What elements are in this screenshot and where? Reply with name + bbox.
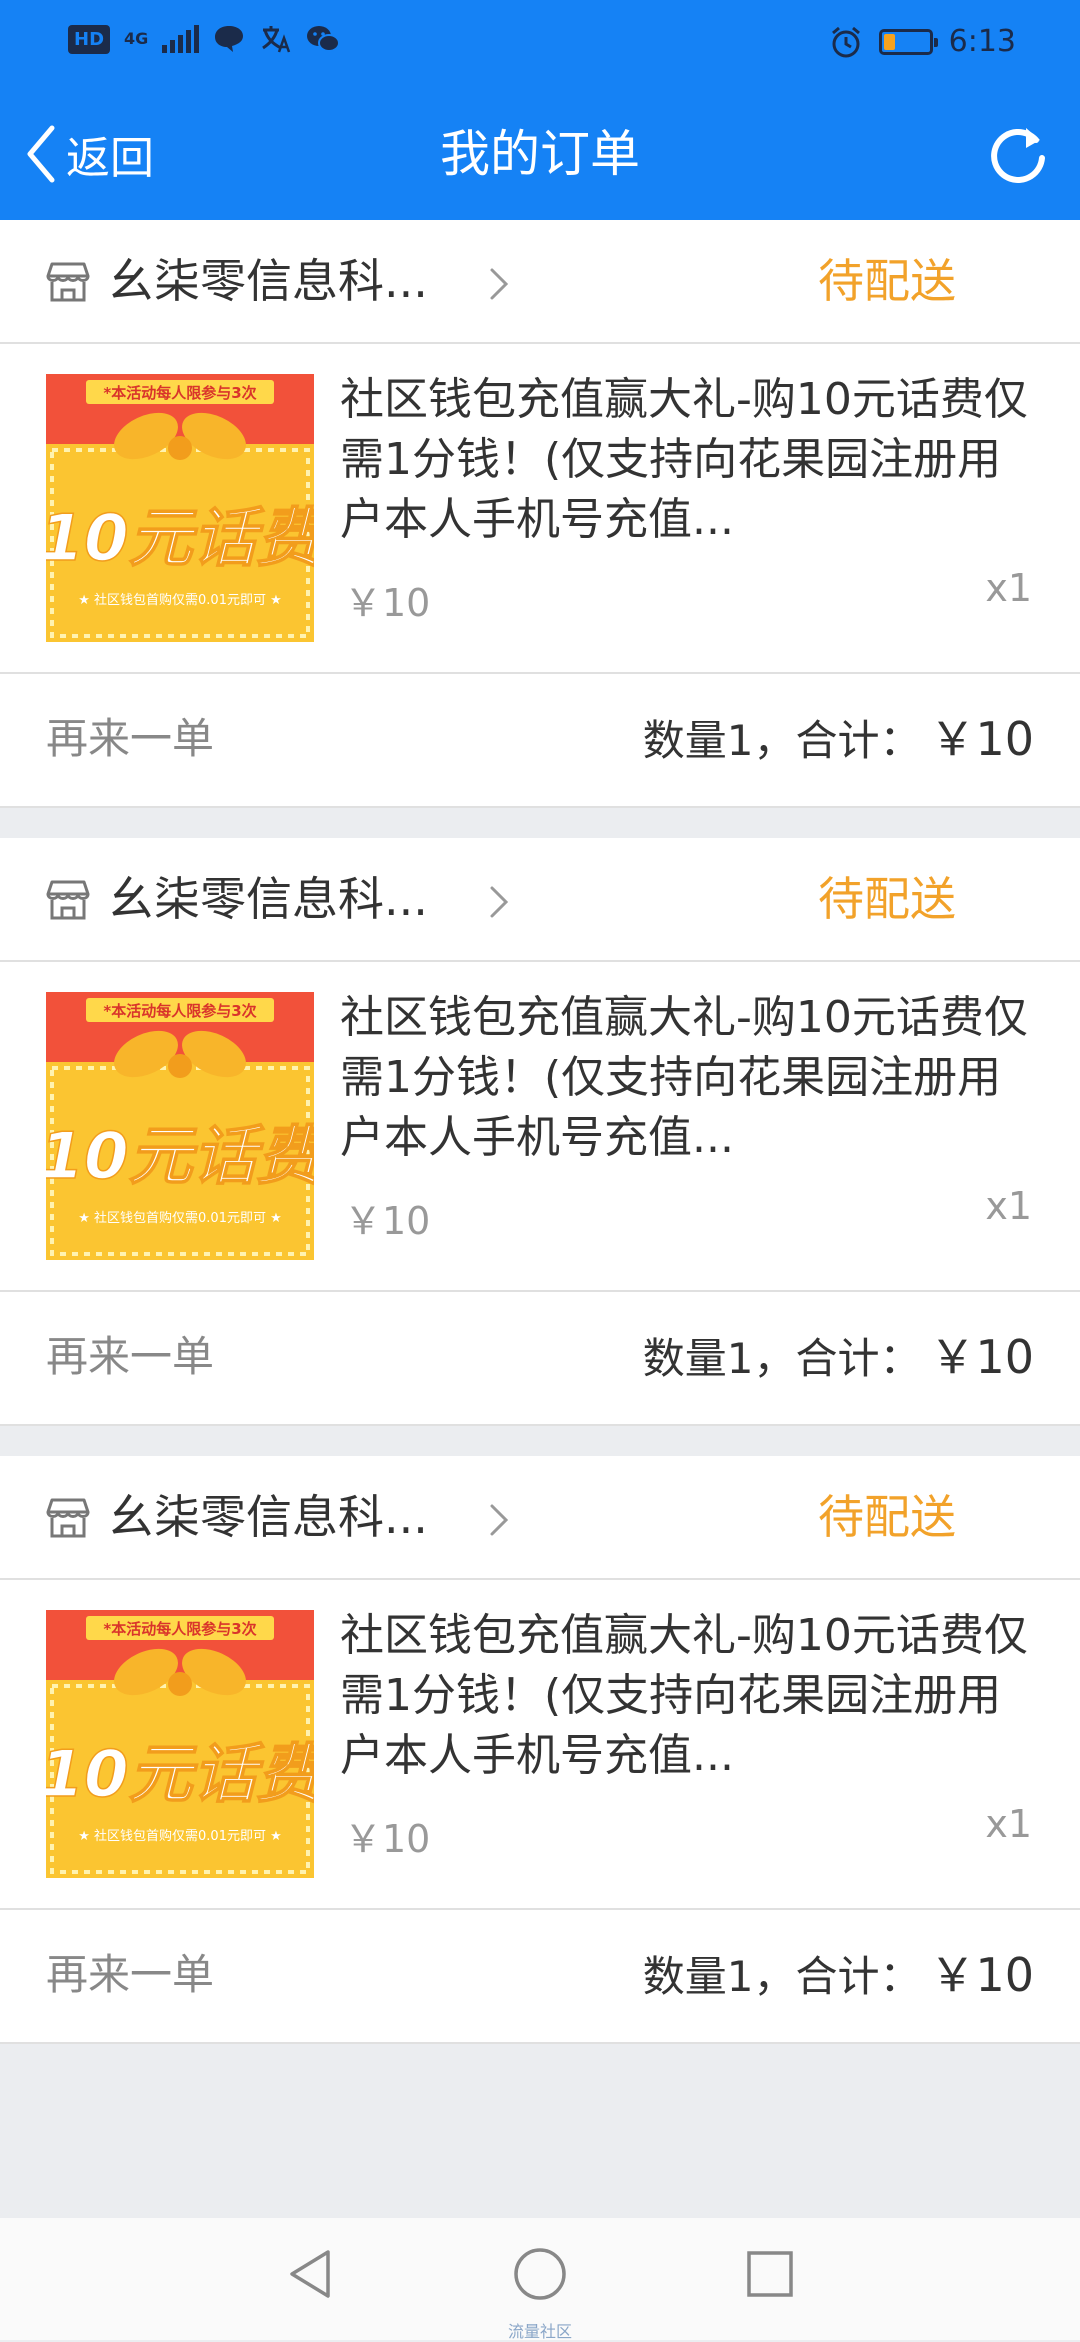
wechat-icon <box>307 26 341 52</box>
thumb-sub: ★ 社区钱包首购仅需0.01元即可 ★ <box>78 1828 282 1844</box>
product-thumbnail[interactable]: *本活动每人限参与3次 10元话费 ★ 社区钱包首购仅需0.01元即可 ★ <box>46 1610 314 1878</box>
order-summary: 数量1，合计： ￥10 <box>643 1910 1034 2042</box>
store-name[interactable]: 幺柒零信息科... <box>108 838 428 960</box>
system-navigation-bar: 流量社区 <box>0 2218 1080 2341</box>
back-triangle-icon[interactable] <box>280 2244 340 2304</box>
network-type: 4G <box>124 29 149 48</box>
chevron-right-icon[interactable] <box>484 882 514 922</box>
product-quantity: x1 <box>985 1184 1032 1228</box>
reorder-button[interactable]: 再来一单 <box>46 1910 214 2040</box>
product-thumbnail[interactable]: *本活动每人限参与3次 10元话费 ★ 社区钱包首购仅需0.01元即可 ★ <box>46 374 314 642</box>
back-label: 返回 <box>66 133 154 184</box>
order-status: 待配送 <box>818 1490 956 1544</box>
product-quantity: x1 <box>985 1802 1032 1846</box>
thumb-sub: ★ 社区钱包首购仅需0.01元即可 ★ <box>78 1210 282 1226</box>
battery-icon <box>878 28 938 55</box>
store-icon <box>46 262 90 302</box>
order-card[interactable]: 幺柒零信息科... 待配送 *本活动每人限参与3次 10元话费 ★ 社区钱包首购… <box>0 220 1080 808</box>
order-footer: 再来一单 数量1，合计： ￥10 <box>0 1910 1080 2044</box>
order-total: ￥10 <box>929 1330 1034 1384</box>
chevron-left-icon <box>27 125 55 183</box>
order-card[interactable]: 幺柒零信息科... 待配送 *本活动每人限参与3次 10元话费 ★ 社区钱包首购… <box>0 1456 1080 2044</box>
store-icon <box>46 1498 90 1538</box>
reorder-button[interactable]: 再来一单 <box>46 1292 214 1422</box>
order-footer: 再来一单 数量1，合计： ￥10 <box>0 674 1080 808</box>
status-bar: HD 4G 6:13 <box>0 0 1080 88</box>
chevron-right-icon[interactable] <box>484 1500 514 1540</box>
product-row[interactable]: *本活动每人限参与3次 10元话费 ★ 社区钱包首购仅需0.01元即可 ★ 社区… <box>0 962 1080 1292</box>
chevron-right-icon[interactable] <box>484 264 514 304</box>
back-button[interactable]: 返回 <box>24 88 154 220</box>
product-title[interactable]: 社区钱包充值赢大礼-购10元话费仅需1分钱！(仅支持向花果园注册用户本人手机号充… <box>340 988 1040 1168</box>
order-summary: 数量1，合计： ￥10 <box>643 674 1034 806</box>
watermark: 流量社区 <box>507 2322 572 2341</box>
translate-icon <box>262 26 291 53</box>
product-quantity: x1 <box>985 566 1032 610</box>
order-header[interactable]: 幺柒零信息科... 待配送 <box>0 1456 1080 1580</box>
summary-label: 数量1，合计： <box>642 1334 922 1383</box>
product-image: *本活动每人限参与3次 10元话费 ★ 社区钱包首购仅需0.01元即可 ★ <box>46 992 314 1260</box>
thumb-sub: ★ 社区钱包首购仅需0.01元即可 ★ <box>78 592 282 608</box>
store-name[interactable]: 幺柒零信息科... <box>108 1456 428 1578</box>
home-circle-icon[interactable] <box>510 2244 570 2304</box>
status-icons-right: 6:13 <box>829 24 1016 59</box>
page-title: 我的订单 <box>440 125 640 183</box>
product-image: *本活动每人限参与3次 10元话费 ★ 社区钱包首购仅需0.01元即可 ★ <box>46 1610 314 1878</box>
signal-icon <box>162 25 200 53</box>
status-icons-left: HD 4G <box>68 24 341 54</box>
clock: 6:13 <box>948 24 1016 59</box>
thumb-banner: *本活动每人限参与3次 <box>103 1620 256 1638</box>
thumb-big: 10元话费 <box>46 1120 314 1194</box>
order-status: 待配送 <box>818 254 956 308</box>
product-row[interactable]: *本活动每人限参与3次 10元话费 ★ 社区钱包首购仅需0.01元即可 ★ 社区… <box>0 1580 1080 1910</box>
thumb-big: 10元话费 <box>46 1738 314 1812</box>
order-status: 待配送 <box>818 872 956 926</box>
product-title[interactable]: 社区钱包充值赢大礼-购10元话费仅需1分钱！(仅支持向花果园注册用户本人手机号充… <box>340 370 1040 550</box>
order-total: ￥10 <box>929 1948 1034 2002</box>
product-price: ￥10 <box>344 1199 431 1243</box>
product-title[interactable]: 社区钱包充值赢大礼-购10元话费仅需1分钱！(仅支持向花果园注册用户本人手机号充… <box>340 1606 1040 1786</box>
product-thumbnail[interactable]: *本活动每人限参与3次 10元话费 ★ 社区钱包首购仅需0.01元即可 ★ <box>46 992 314 1260</box>
refresh-icon[interactable] <box>986 122 1050 186</box>
hd-badge: HD <box>68 24 111 54</box>
product-row[interactable]: *本活动每人限参与3次 10元话费 ★ 社区钱包首购仅需0.01元即可 ★ 社区… <box>0 344 1080 674</box>
thumb-banner: *本活动每人限参与3次 <box>103 384 256 402</box>
product-price: ￥10 <box>344 1817 431 1861</box>
thumb-banner: *本活动每人限参与3次 <box>103 1002 256 1020</box>
thumb-big: 10元话费 <box>46 502 314 576</box>
nav-bar: 返回 我的订单 <box>0 88 1080 220</box>
order-header[interactable]: 幺柒零信息科... 待配送 <box>0 838 1080 962</box>
alarm-icon <box>831 26 860 57</box>
order-summary: 数量1，合计： ￥10 <box>643 1292 1034 1424</box>
summary-label: 数量1，合计： <box>642 716 922 765</box>
recents-square-icon[interactable] <box>740 2244 800 2304</box>
store-icon <box>46 880 90 920</box>
product-image: *本活动每人限参与3次 10元话费 ★ 社区钱包首购仅需0.01元即可 ★ <box>46 374 314 642</box>
reorder-button[interactable]: 再来一单 <box>46 674 214 804</box>
order-card[interactable]: 幺柒零信息科... 待配送 *本活动每人限参与3次 10元话费 ★ 社区钱包首购… <box>0 838 1080 1426</box>
product-price: ￥10 <box>344 581 431 625</box>
order-header[interactable]: 幺柒零信息科... 待配送 <box>0 220 1080 344</box>
order-footer: 再来一单 数量1，合计： ￥10 <box>0 1292 1080 1426</box>
order-total: ￥10 <box>929 712 1034 766</box>
store-name[interactable]: 幺柒零信息科... <box>108 220 428 342</box>
chat-bubble-icon <box>215 26 244 52</box>
summary-label: 数量1，合计： <box>642 1952 922 2001</box>
